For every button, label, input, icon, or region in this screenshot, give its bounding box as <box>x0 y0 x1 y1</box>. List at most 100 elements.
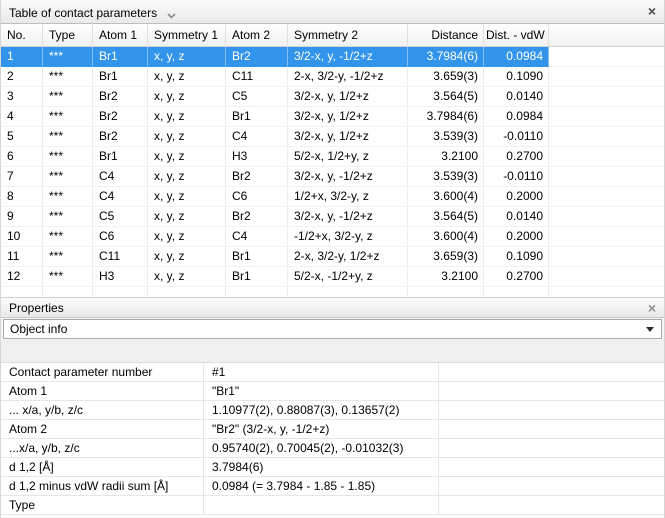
cell-filler <box>549 67 664 87</box>
cell-symmetry1: x, y, z <box>148 127 226 147</box>
cell-dist-vdw: 0.0984 <box>484 107 549 127</box>
cell-atom2: C5 <box>226 87 288 107</box>
properties-close-icon[interactable]: × <box>648 298 656 317</box>
cell-dist-vdw: -0.0110 <box>484 167 549 187</box>
cell-atom2 <box>226 287 288 297</box>
panel-title: Table of contact parameters <box>9 2 157 25</box>
property-filler <box>439 439 664 458</box>
property-label: Contact parameter number <box>1 363 204 382</box>
cell-no: 3 <box>1 87 43 107</box>
column-header-no[interactable]: No. <box>1 24 43 46</box>
cell-atom1: Br1 <box>93 147 148 167</box>
column-header-distance[interactable]: Distance <box>408 24 484 46</box>
object-info-dropdown[interactable]: Object info <box>3 319 662 339</box>
chevron-down-icon[interactable] <box>167 4 176 27</box>
cell-atom2: C6 <box>226 187 288 207</box>
property-filler <box>439 420 664 439</box>
cell-atom2: Br2 <box>226 47 288 67</box>
property-row[interactable]: d 1,2 minus vdW radii sum [Å] 0.0984 (= … <box>1 477 664 496</box>
cell-filler <box>549 187 664 207</box>
cell-atom2: Br1 <box>226 247 288 267</box>
property-row[interactable]: Contact parameter number #1 <box>1 363 664 382</box>
cell-atom1: Br1 <box>93 67 148 87</box>
cell-type: *** <box>43 187 93 207</box>
table-row[interactable]: 8 *** C4 x, y, z C6 1/2+x, 3/2-y, z 3.60… <box>1 187 664 207</box>
property-row[interactable]: Atom 1 "Br1" <box>1 382 664 401</box>
cell-distance: 3.659(3) <box>408 67 484 87</box>
cell-filler <box>549 167 664 187</box>
table-row[interactable]: 5 *** Br2 x, y, z C4 3/2-x, y, 1/2+z 3.5… <box>1 127 664 147</box>
close-icon[interactable]: × <box>648 0 656 23</box>
property-value: 0.0984 (= 3.7984 - 1.85 - 1.85) <box>204 477 439 496</box>
cell-atom2: Br1 <box>226 267 288 287</box>
cell-distance: 3.659(3) <box>408 247 484 267</box>
cell-symmetry1: x, y, z <box>148 67 226 87</box>
table-row[interactable]: 6 *** Br1 x, y, z H3 5/2-x, 1/2+y, z 3.2… <box>1 147 664 167</box>
cell-distance: 3.2100 <box>408 147 484 167</box>
table-row[interactable]: 7 *** C4 x, y, z Br2 3/2-x, y, -1/2+z 3.… <box>1 167 664 187</box>
column-header-dist-vdw[interactable]: Dist. - vdW <box>484 24 549 46</box>
property-row[interactable]: Type <box>1 496 664 515</box>
property-value: 0.95740(2), 0.70045(2), -0.01032(3) <box>204 439 439 458</box>
cell-atom2: C4 <box>226 227 288 247</box>
cell-no: 8 <box>1 187 43 207</box>
cell-type: *** <box>43 167 93 187</box>
column-header-symmetry2[interactable]: Symmetry 2 <box>288 24 408 46</box>
table-row[interactable]: 4 *** Br2 x, y, z Br1 3/2-x, y, 1/2+z 3.… <box>1 107 664 127</box>
cell-atom1: C5 <box>93 207 148 227</box>
property-row[interactable]: d 1,2 [Å] 3.7984(6) <box>1 458 664 477</box>
property-value: "Br1" <box>204 382 439 401</box>
property-value: 1.10977(2), 0.88087(3), 0.13657(2) <box>204 401 439 420</box>
cell-no: 2 <box>1 67 43 87</box>
cell-dist-vdw <box>484 287 549 297</box>
column-header-filler <box>549 24 664 46</box>
cell-atom1: C4 <box>93 187 148 207</box>
cell-dist-vdw: 0.2000 <box>484 187 549 207</box>
cell-symmetry2: 3/2-x, y, -1/2+z <box>288 47 408 67</box>
cell-atom1 <box>93 287 148 297</box>
properties-panel-titlebar: Properties × <box>1 297 664 318</box>
property-row[interactable]: ...x/a, y/b, z/c 0.95740(2), 0.70045(2),… <box>1 439 664 458</box>
cell-symmetry1: x, y, z <box>148 87 226 107</box>
property-filler <box>439 382 664 401</box>
property-filler <box>439 477 664 496</box>
cell-atom2: Br2 <box>226 167 288 187</box>
cell-distance: 3.539(3) <box>408 127 484 147</box>
properties-title: Properties <box>9 301 64 315</box>
cell-type: *** <box>43 67 93 87</box>
property-row[interactable]: Atom 2 "Br2" (3/2-x, y, -1/2+z) <box>1 420 664 439</box>
column-header-type[interactable]: Type <box>43 24 93 46</box>
cell-symmetry2: 3/2-x, y, -1/2+z <box>288 207 408 227</box>
column-header-atom1[interactable]: Atom 1 <box>93 24 148 46</box>
cell-atom2: C11 <box>226 67 288 87</box>
table-row[interactable]: 1 *** Br1 x, y, z Br2 3/2-x, y, -1/2+z 3… <box>1 47 664 67</box>
cell-symmetry2: 2-x, 3/2-y, 1/2+z <box>288 247 408 267</box>
cell-type: *** <box>43 107 93 127</box>
cell-atom1: Br2 <box>93 127 148 147</box>
column-header-atom2[interactable]: Atom 2 <box>226 24 288 46</box>
table-row[interactable]: 2 *** Br1 x, y, z C11 2-x, 3/2-y, -1/2+z… <box>1 67 664 87</box>
cell-type: *** <box>43 87 93 107</box>
cell-no: 6 <box>1 147 43 167</box>
column-header-symmetry1[interactable]: Symmetry 1 <box>148 24 226 46</box>
cell-atom2: Br2 <box>226 207 288 227</box>
cell-filler <box>549 247 664 267</box>
property-filler <box>439 496 664 515</box>
cell-filler <box>549 227 664 247</box>
table-row[interactable]: 3 *** Br2 x, y, z C5 3/2-x, y, 1/2+z 3.5… <box>1 87 664 107</box>
table-row[interactable]: 11 *** C11 x, y, z Br1 2-x, 3/2-y, 1/2+z… <box>1 247 664 267</box>
property-value: #1 <box>204 363 439 382</box>
cell-atom1: Br1 <box>93 47 148 67</box>
cell-dist-vdw: 0.0140 <box>484 87 549 107</box>
property-label: ... x/a, y/b, z/c <box>1 401 204 420</box>
table-row[interactable]: 10 *** C6 x, y, z C4 -1/2+x, 3/2-y, z 3.… <box>1 227 664 247</box>
cell-dist-vdw: 0.0984 <box>484 47 549 67</box>
property-label: d 1,2 [Å] <box>1 458 204 477</box>
cell-symmetry1: x, y, z <box>148 147 226 167</box>
table-row[interactable]: 9 *** C5 x, y, z Br2 3/2-x, y, -1/2+z 3.… <box>1 207 664 227</box>
property-row[interactable]: ... x/a, y/b, z/c 1.10977(2), 0.88087(3)… <box>1 401 664 420</box>
cell-atom1: H3 <box>93 267 148 287</box>
cell-no <box>1 287 43 297</box>
cell-symmetry2: 5/2-x, 1/2+y, z <box>288 147 408 167</box>
table-row[interactable]: 12 *** H3 x, y, z Br1 5/2-x, -1/2+y, z 3… <box>1 267 664 287</box>
